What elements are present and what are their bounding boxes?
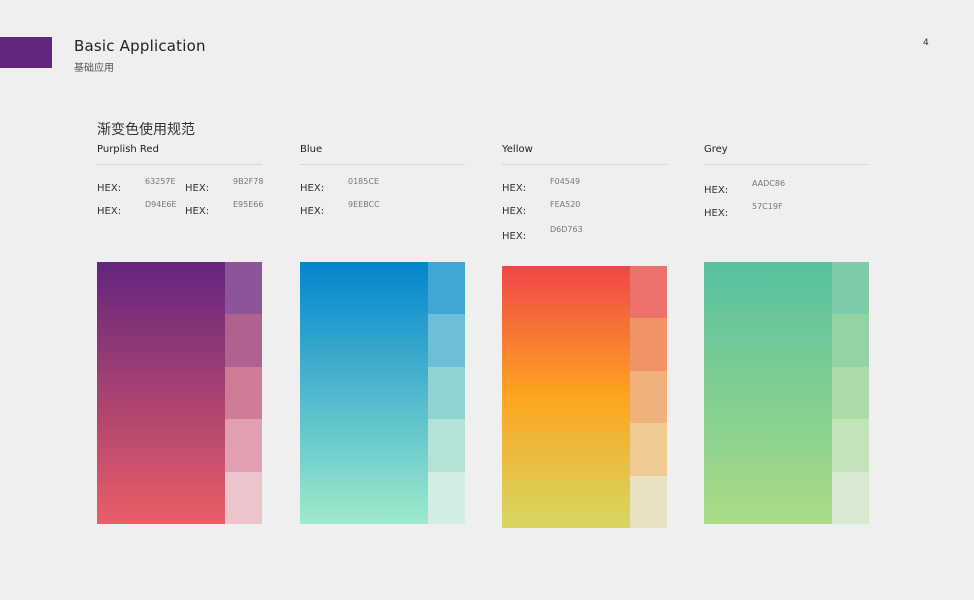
page-number: 4 [923,38,929,48]
hex-entry: HEX: F04549 [502,176,580,195]
hex-entry: HEX: 9B2F78 [185,176,263,195]
palette-purplish-red: Purplish Red HEX: 63257E HEX: 9B2F78 HEX… [97,144,263,255]
color-swatch [225,262,262,315]
hex-label: HEX: [704,208,729,219]
page-subtitle: 基础应用 [74,63,114,74]
swatch-strip [832,262,869,524]
swatch-strip [630,266,667,528]
gradient-block [704,262,869,524]
color-swatch [225,366,262,420]
color-swatch [630,370,667,424]
hex-list: HEX: 0185CE HEX: 9EEBCC [300,165,465,255]
color-swatch [630,475,667,528]
color-swatch [832,366,869,420]
hex-entry: HEX: 63257E [97,176,176,195]
hex-entry: HEX: AADC86 [704,178,785,197]
hex-list: HEX: 63257E HEX: 9B2F78 HEX: D94E6E HEX:… [97,165,263,255]
section-title: 渐变色使用规范 [97,122,195,138]
palette-name: Blue [300,144,323,155]
color-swatch [832,314,869,367]
color-swatch [428,471,465,524]
gradient-block [502,266,667,528]
hex-entry: HEX: E95E66 [185,199,263,218]
palette-name: Yellow [502,144,533,155]
hex-value: FEA520 [550,200,581,209]
hex-label: HEX: [185,183,210,194]
hex-entry: HEX: FEA520 [502,199,580,218]
gradient-fill [502,266,630,528]
palette-yellow: Yellow HEX: F04549 HEX: FEA520 HEX: D6D7… [502,144,667,255]
palette-name: Purplish Red [97,144,159,155]
color-swatch [630,318,667,371]
swatch-strip [428,262,465,524]
gradient-fill [704,262,832,524]
palette-grey: Grey HEX: AADC86 HEX: 57C19F [704,144,869,255]
hex-label: HEX: [502,183,527,194]
swatch-strip [225,262,262,524]
hex-value: 63257E [145,177,176,186]
hex-label: HEX: [97,206,122,217]
color-swatch [225,471,262,524]
accent-bar [0,37,52,68]
hex-list: HEX: F04549 HEX: FEA520 HEX: D6D763 [502,165,667,255]
color-swatch [630,266,667,319]
hex-value: D6D763 [550,225,583,234]
color-swatch [428,366,465,420]
hex-value: F04549 [550,177,581,186]
hex-label: HEX: [300,183,325,194]
hex-value: D94E6E [145,200,177,209]
color-swatch [428,314,465,367]
gradient-fill [300,262,428,524]
color-swatch [832,419,869,472]
hex-value: 9B2F78 [233,177,264,186]
hex-entry: HEX: 57C19F [704,201,783,220]
hex-label: HEX: [502,231,527,242]
hex-value: E95E66 [233,200,264,209]
color-swatch [832,262,869,315]
hex-list: HEX: AADC86 HEX: 57C19F [704,165,869,255]
hex-entry: HEX: D6D763 [502,224,583,243]
color-swatch [832,471,869,524]
color-swatch [428,262,465,315]
hex-value: 0185CE [348,177,379,186]
hex-label: HEX: [97,183,122,194]
gradient-block [97,262,262,524]
page-title: Basic Application [74,37,206,55]
color-swatch [428,419,465,472]
hex-value: 57C19F [752,202,783,211]
gradient-block [300,262,465,524]
hex-entry: HEX: 0185CE [300,176,379,195]
color-swatch [225,314,262,367]
gradient-fill [97,262,225,524]
hex-label: HEX: [185,206,210,217]
hex-label: HEX: [300,206,325,217]
palette-blue: Blue HEX: 0185CE HEX: 9EEBCC [300,144,465,255]
hex-value: 9EEBCC [348,200,380,209]
hex-entry: HEX: D94E6E [97,199,177,218]
color-swatch [225,419,262,472]
color-swatch [630,423,667,476]
hex-entry: HEX: 9EEBCC [300,199,380,218]
palette-name: Grey [704,144,728,155]
hex-value: AADC86 [752,179,786,188]
hex-label: HEX: [502,206,527,217]
hex-label: HEX: [704,185,729,196]
